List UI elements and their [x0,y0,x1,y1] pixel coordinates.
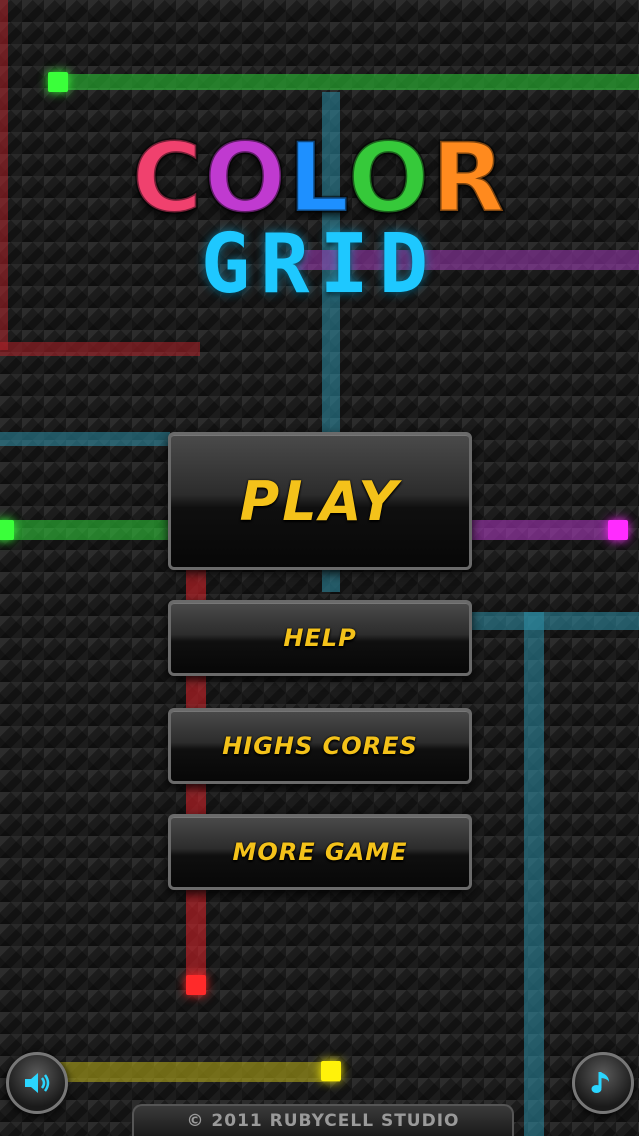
teal-line-horizontal-right [470,612,639,630]
speaker-icon [25,1073,50,1093]
green-line-mid [0,520,170,540]
title-grid: GRID [200,217,439,312]
help-button[interactable]: HELP [168,600,472,676]
title-letter-c: C [130,122,205,234]
copyright-footer: © 2011 RUBYCELL STUDIO [132,1104,514,1136]
copyright-text: © 2011 RUBYCELL STUDIO [186,1111,460,1131]
yellow-node [321,1061,341,1081]
green-line-top [56,74,639,90]
teal-line-horizontal-left [0,432,170,446]
music-note-icon [591,1072,609,1093]
red-line-horizontal [0,342,200,356]
yellow-line-bottom [40,1062,340,1082]
green-node-left [0,520,14,540]
sound-toggle-button[interactable] [6,1052,68,1114]
green-node-top [48,72,68,92]
magenta-node [608,520,628,540]
purple-line-mid [470,520,620,540]
more-game-button[interactable]: MORE GAME [168,814,472,890]
play-button[interactable]: PLAY [168,432,472,570]
teal-line-vertical-right [524,612,544,1136]
highscores-button[interactable]: HIGHS CORES [168,708,472,784]
title-letter-r: R [430,122,508,234]
red-node [186,975,206,995]
title-color: COLOR [0,127,639,230]
music-toggle-button[interactable] [572,1052,634,1114]
